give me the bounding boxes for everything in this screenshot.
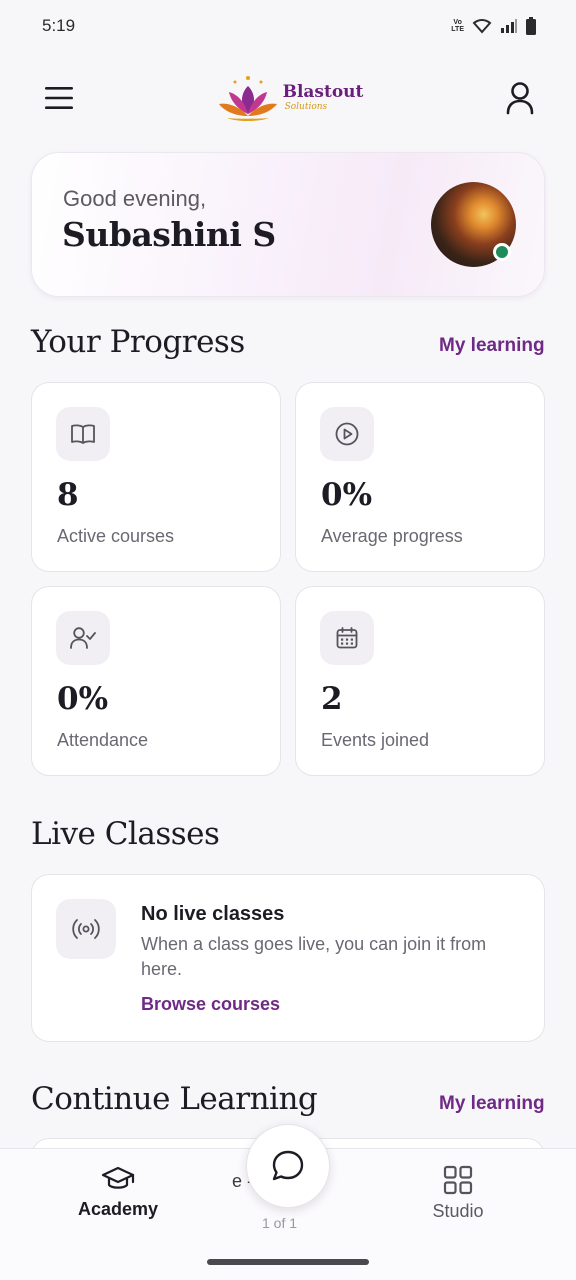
wifi-icon [472,19,492,34]
greeting-name: Subashini S [62,215,276,254]
nav-item-studio[interactable]: Studio [388,1165,528,1222]
play-circle-icon [320,407,374,461]
nav-label-academy: Academy [77,1199,159,1219]
home-indicator[interactable] [207,1259,369,1265]
continue-my-learning-link[interactable]: My learning [439,1093,545,1115]
no-live-classes-title: No live classes [141,903,285,925]
live-classes-card: No live classes When a class goes live, … [31,874,545,1042]
battery-icon [526,17,536,35]
live-classes-title: Live Classes [31,816,220,852]
brand-subtitle: Solutions [284,102,328,112]
continue-learning-title: Continue Learning [31,1081,318,1117]
no-live-classes-description: When a class goes live, you can join it … [141,934,487,979]
browse-courses-link[interactable]: Browse courses [141,994,280,1015]
stat-label: Active courses [57,526,175,546]
status-icons: Vo LTE [451,17,536,35]
brand-name: Blastout [282,82,364,102]
brand-logo: Blastout Solutions [217,72,364,124]
stat-card-average-progress[interactable]: 0% Average progress [295,382,545,572]
stat-card-active-courses[interactable]: 8 Active courses [31,382,281,572]
app-header: Blastout Solutions [0,66,576,130]
greeting-salutation: Good evening, [63,186,207,211]
greeting-card: Good evening, Subashini S [31,152,545,297]
status-time: 5:19 [42,16,76,35]
progress-title: Your Progress [31,324,245,360]
course-card-partial-subtitle: 1 of 1 [262,1215,298,1231]
book-open-icon [56,407,110,461]
status-bar: 5:19 Vo LTE [0,0,576,52]
chat-fab-button[interactable] [246,1124,330,1208]
signal-icon [501,19,517,33]
stat-value: 2 [321,681,343,717]
chat-bubble-icon [272,1150,304,1181]
volte-badge: Vo LTE [451,19,464,33]
lotus-logo-icon [218,76,277,121]
stat-value: 8 [57,477,79,513]
stat-value: 0% [57,681,109,717]
graduation-cap-icon [101,1166,135,1189]
nav-item-academy[interactable]: Academy [48,1165,188,1220]
nav-label-studio: Studio [432,1201,484,1221]
stat-label: Average progress [321,526,463,546]
stat-label: Attendance [57,730,149,750]
grid-icon [443,1165,473,1195]
broadcast-icon [56,899,116,959]
stat-card-events-joined[interactable]: 2 Events joined [295,586,545,776]
user-check-icon [56,611,110,665]
progress-my-learning-link[interactable]: My learning [439,335,545,357]
online-status-dot [493,243,511,261]
calendar-icon [320,611,374,665]
stat-label: Events joined [321,730,430,750]
stat-value: 0% [321,477,373,513]
hamburger-menu-icon[interactable] [44,85,74,111]
stat-card-attendance[interactable]: 0% Attendance [31,586,281,776]
user-icon[interactable] [506,81,534,115]
